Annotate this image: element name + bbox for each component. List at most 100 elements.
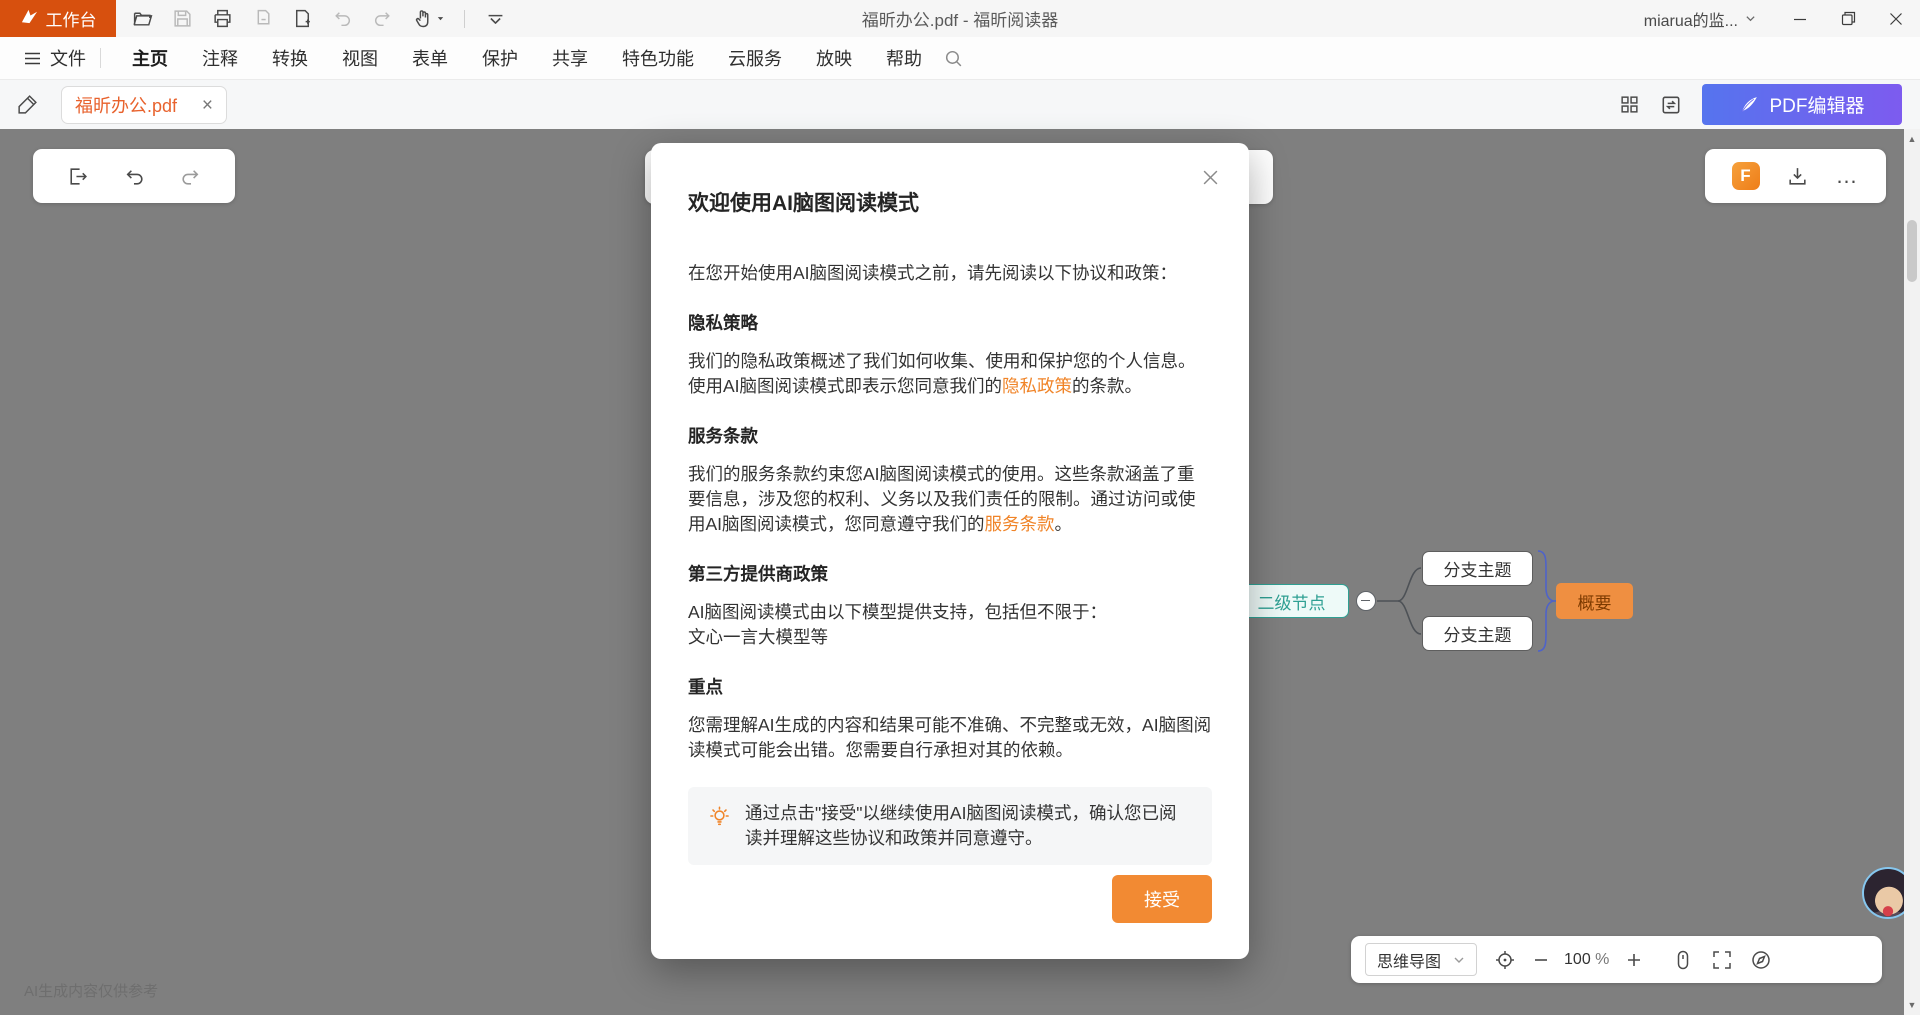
dialog-paragraph: 文心一言大模型等 bbox=[688, 625, 1212, 650]
menu-item-主页[interactable]: 主页 bbox=[115, 45, 185, 71]
dialog-tip: 通过点击"接受"以继续使用AI脑图阅读模式，确认您已阅读并理解这些协议和政策并同… bbox=[688, 787, 1212, 865]
toolbar-collapse-chevron-icon[interactable] bbox=[484, 7, 507, 30]
user-name: miarua的监... bbox=[1644, 7, 1738, 31]
search-icon bbox=[943, 48, 964, 69]
mindmap-node-branch[interactable]: 分支主题 bbox=[1422, 616, 1533, 651]
dialog-sections: 隐私策略我们的隐私政策概述了我们如何收集、使用和保护您的个人信息。使用AI脑图阅… bbox=[688, 310, 1212, 763]
text-segment: 的条款。 bbox=[1072, 376, 1142, 396]
print-icon[interactable] bbox=[212, 8, 233, 29]
dialog-paragraph: 我们的服务条款约束您AI脑图阅读模式的使用。这些条款涵盖了重要信息，涉及您的权利… bbox=[688, 462, 1212, 537]
mindmap-toolbar-left bbox=[33, 149, 235, 203]
titlebar: 工作台 福昕办公.pdf - 福昕阅读器 miarua的监... bbox=[0, 0, 1920, 37]
zoom-out-icon[interactable] bbox=[1533, 952, 1549, 968]
search-button[interactable] bbox=[943, 48, 964, 69]
view-toolbar: 思维导图 100 % bbox=[1351, 936, 1882, 983]
menu-label: 文件 bbox=[50, 45, 86, 71]
menu-item-保护[interactable]: 保护 bbox=[465, 45, 535, 71]
text-segment: 您需理解AI生成的内容和结果可能不准确、不完整或无效，AI脑图阅读模式可能会出错… bbox=[688, 715, 1211, 760]
text-segment: 我们的服务条款约束您AI脑图阅读模式的使用。这些条款涵盖了重要信息，涉及您的权利… bbox=[688, 464, 1196, 534]
document-tab-title: 福昕办公.pdf bbox=[75, 92, 202, 118]
mindmap-node-branch[interactable]: 分支主题 bbox=[1422, 551, 1533, 586]
redo-icon[interactable] bbox=[372, 8, 393, 29]
menu-item-表单[interactable]: 表单 bbox=[395, 45, 465, 71]
document-tabbar: 福昕办公.pdf × PDF编辑器 bbox=[0, 80, 1920, 129]
menu-item-转换[interactable]: 转换 bbox=[255, 45, 325, 71]
scroll-down-icon[interactable]: ▼ bbox=[1904, 997, 1920, 1013]
zoom-level: 100 % bbox=[1564, 951, 1609, 969]
scroll-up-icon[interactable]: ▲ bbox=[1904, 131, 1920, 147]
menu-item-视图[interactable]: 视图 bbox=[325, 45, 395, 71]
user-account-menu[interactable]: miarua的监... bbox=[1644, 7, 1756, 31]
menu-item-特色功能[interactable]: 特色功能 bbox=[605, 45, 711, 71]
foxit-logo-icon bbox=[20, 7, 39, 31]
dialog-paragraph: 您需理解AI生成的内容和结果可能不准确、不完整或无效，AI脑图阅读模式可能会出错… bbox=[688, 713, 1212, 763]
toolbar-divider bbox=[464, 10, 465, 28]
menu-item-帮助[interactable]: 帮助 bbox=[869, 45, 939, 71]
swap-pages-icon[interactable] bbox=[1660, 94, 1682, 116]
text-segment: AI脑图阅读模式由以下模型提供支持，包括但不限于： bbox=[688, 602, 1107, 622]
quick-toolbar bbox=[132, 7, 507, 30]
menu-item-共享[interactable]: 共享 bbox=[535, 45, 605, 71]
undo-icon[interactable] bbox=[123, 165, 146, 188]
scrollbar-thumb[interactable] bbox=[1907, 220, 1917, 282]
mindmap-toolbar-right: F … bbox=[1705, 149, 1886, 203]
mouse-mode-icon[interactable] bbox=[1672, 949, 1694, 971]
vertical-scrollbar[interactable]: ▲ ▼ bbox=[1904, 129, 1920, 1015]
hand-tool-icon[interactable] bbox=[412, 8, 445, 29]
tab-close-icon[interactable]: × bbox=[202, 96, 213, 115]
grid-view-icon[interactable] bbox=[1619, 94, 1640, 115]
policy-link[interactable]: 服务条款 bbox=[985, 514, 1055, 534]
exit-icon[interactable] bbox=[66, 165, 89, 188]
menu-divider bbox=[100, 48, 101, 68]
redo-icon[interactable] bbox=[179, 165, 202, 188]
fullscreen-icon[interactable] bbox=[1711, 949, 1733, 971]
pdf-editor-label: PDF编辑器 bbox=[1769, 91, 1864, 118]
collapse-node-icon[interactable] bbox=[1356, 591, 1376, 611]
ai-mindmap-welcome-dialog: 欢迎使用AI脑图阅读模式 在您开始使用AI脑图阅读模式之前，请先阅读以下协议和政… bbox=[651, 143, 1249, 959]
policy-link[interactable]: 隐私政策 bbox=[1002, 376, 1072, 396]
more-ellipsis-icon[interactable]: … bbox=[1836, 171, 1860, 181]
document-tab[interactable]: 福昕办公.pdf × bbox=[61, 86, 227, 124]
menubar: 文件 主页注释转换视图表单保护共享特色功能云服务放映帮助 bbox=[0, 37, 1920, 80]
zoom-in-icon[interactable] bbox=[1626, 952, 1642, 968]
view-mode-label: 思维导图 bbox=[1377, 948, 1441, 972]
menu-item-云服务[interactable]: 云服务 bbox=[711, 45, 799, 71]
hamburger-icon bbox=[24, 51, 41, 66]
mindmap-node-summary[interactable]: 概要 bbox=[1556, 583, 1633, 619]
folder-open-icon[interactable] bbox=[132, 8, 153, 29]
copy-page-icon[interactable] bbox=[252, 8, 273, 29]
view-mode-select[interactable]: 思维导图 bbox=[1365, 943, 1477, 976]
chevron-down-icon bbox=[1453, 954, 1465, 966]
foxit-ai-logo[interactable]: F bbox=[1732, 162, 1760, 190]
dialog-section-heading: 隐私策略 bbox=[688, 310, 1212, 335]
maximize-button[interactable] bbox=[1824, 0, 1872, 37]
dialog-close-icon[interactable] bbox=[1202, 169, 1219, 186]
add-page-icon[interactable] bbox=[292, 8, 313, 29]
dialog-paragraph: AI脑图阅读模式由以下模型提供支持，包括但不限于： bbox=[688, 600, 1212, 625]
save-icon[interactable] bbox=[172, 8, 193, 29]
dialog-paragraph: 我们的隐私政策概述了我们如何收集、使用和保护您的个人信息。使用AI脑图阅读模式即… bbox=[688, 349, 1212, 399]
compass-icon[interactable] bbox=[1750, 949, 1772, 971]
locate-icon[interactable] bbox=[1494, 949, 1516, 971]
download-icon[interactable] bbox=[1786, 165, 1809, 188]
menu-item-注释[interactable]: 注释 bbox=[185, 45, 255, 71]
dialog-tip-text: 通过点击"接受"以继续使用AI脑图阅读模式，确认您已阅读并理解这些协议和政策并同… bbox=[745, 801, 1192, 851]
pdf-editor-button[interactable]: PDF编辑器 bbox=[1702, 84, 1902, 125]
undo-icon[interactable] bbox=[332, 8, 353, 29]
text-segment: 。 bbox=[1055, 514, 1073, 534]
close-button[interactable] bbox=[1872, 0, 1920, 37]
accept-button[interactable]: 接受 bbox=[1112, 875, 1212, 923]
tabbar-right: PDF编辑器 bbox=[1619, 80, 1920, 129]
text-segment: 文心一言大模型等 bbox=[688, 627, 828, 647]
dialog-title: 欢迎使用AI脑图阅读模式 bbox=[688, 187, 1212, 217]
dialog-section-heading: 服务条款 bbox=[688, 423, 1212, 448]
pencil-icon[interactable] bbox=[16, 93, 39, 121]
chevron-down-icon bbox=[1745, 13, 1756, 24]
workbench-button[interactable]: 工作台 bbox=[0, 0, 116, 37]
menu-item-放映[interactable]: 放映 bbox=[799, 45, 869, 71]
window-title: 福昕办公.pdf - 福昕阅读器 bbox=[862, 6, 1058, 31]
minimize-button[interactable] bbox=[1776, 0, 1824, 37]
menu-item-文件[interactable]: 文件 bbox=[24, 45, 86, 71]
mindmap-node-secondary[interactable]: 二级节点 bbox=[1234, 584, 1349, 618]
quill-icon bbox=[1739, 94, 1760, 115]
